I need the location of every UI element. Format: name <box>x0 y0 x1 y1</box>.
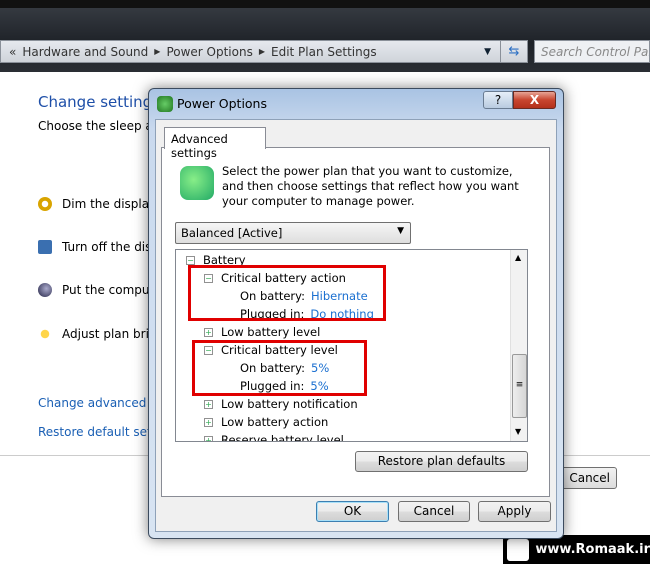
expand-icon[interactable]: + <box>204 327 213 337</box>
breadcrumb-item[interactable]: Power Options <box>166 45 252 59</box>
page-title: Change settings <box>38 93 161 111</box>
refresh-icon[interactable]: ⇆ <box>500 40 528 63</box>
item-label: Dim the display: <box>62 197 160 211</box>
settings-tree[interactable]: − Battery − Critical battery action On batte… <box>175 249 528 442</box>
power-options-dialog: Power Options ? X Advanced settings Sele… <box>148 88 564 539</box>
taskbar-strip <box>0 0 650 8</box>
scroll-up-icon[interactable]: ▲ <box>515 253 521 262</box>
cancel-button[interactable]: Cancel <box>398 501 470 522</box>
power-icon <box>157 96 173 112</box>
moon-icon <box>38 283 52 297</box>
tree-item[interactable]: + Low battery level <box>204 325 320 339</box>
breadcrumb-arrow-icon: ▶ <box>258 47 265 56</box>
tab-advanced-settings[interactable]: Advanced settings <box>164 127 266 160</box>
tree-item[interactable]: + Reserve battery level <box>204 433 344 442</box>
cancel-button[interactable]: Cancel <box>560 467 617 489</box>
plan-value: Balanced [Active] <box>181 226 283 240</box>
breadcrumb-item[interactable]: Hardware and Sound <box>22 45 148 59</box>
tree-item-label: Reserve battery level <box>221 433 344 442</box>
dialog-title: Power Options <box>177 96 267 111</box>
search-input[interactable]: Search Control Panel <box>534 40 650 63</box>
highlight-box <box>192 340 367 396</box>
expand-icon[interactable]: + <box>204 435 213 441</box>
close-button[interactable]: X <box>513 91 556 109</box>
back-chevron-icon[interactable]: « <box>9 45 16 59</box>
chevron-down-icon: ▼ <box>397 226 404 236</box>
sleep-item: Put the compute <box>38 283 162 297</box>
tree-item[interactable]: + Low battery notification <box>204 397 358 411</box>
dim-display-item: Dim the display: <box>38 197 159 211</box>
expand-icon[interactable]: + <box>204 417 213 427</box>
item-label: Adjust plan brig <box>62 327 157 341</box>
scroll-down-icon[interactable]: ▼ <box>515 427 521 436</box>
dropdown-icon[interactable]: ▼ <box>484 47 491 57</box>
brightness-item: Adjust plan brig <box>38 327 157 341</box>
ok-button[interactable]: OK <box>316 501 389 522</box>
expand-icon[interactable]: + <box>204 399 213 409</box>
sun-icon <box>38 327 52 341</box>
item-label: Put the compute <box>62 283 162 297</box>
help-button[interactable]: ? <box>483 91 513 109</box>
watermark-text: www.Romaak.ir <box>535 542 650 557</box>
battery-icon <box>180 166 214 200</box>
scrollbar[interactable]: ▲ ≡ ▼ <box>510 250 527 441</box>
breadcrumb-arrow-icon: ▶ <box>154 47 161 56</box>
apply-button[interactable]: Apply <box>478 501 551 522</box>
tree-item[interactable]: + Low battery action <box>204 415 328 429</box>
scrollbar-thumb[interactable]: ≡ <box>512 354 527 418</box>
collapse-icon[interactable]: − <box>186 255 195 265</box>
tree-item-label: Low battery action <box>221 415 329 429</box>
restore-plan-defaults-button[interactable]: Restore plan defaults <box>355 451 528 472</box>
address-bar[interactable]: « Hardware and Sound ▶ Power Options ▶ Edi… <box>0 40 528 63</box>
watermark: www.Romaak.ir <box>503 535 650 564</box>
item-label: Turn off the disp <box>62 240 160 254</box>
monitor-icon <box>38 240 52 254</box>
dialog-body: Advanced settings Select the power plan … <box>155 119 557 532</box>
change-advanced-link[interactable]: Change advanced po <box>38 396 165 410</box>
restore-default-link[interactable]: Restore default setti <box>38 425 160 439</box>
tree-item-label: Low battery level <box>221 325 321 339</box>
description: Select the power plan that you want to c… <box>222 164 519 208</box>
brightness-icon <box>38 197 52 211</box>
highlight-box <box>188 265 386 321</box>
breadcrumb-item[interactable]: Edit Plan Settings <box>271 45 377 59</box>
turn-off-display-item: Turn off the disp <box>38 240 159 254</box>
logo-icon <box>507 538 530 561</box>
plan-select[interactable]: Balanced [Active] ▼ <box>175 222 411 244</box>
tree-item-label: Low battery notification <box>221 397 358 411</box>
tab-panel: Select the power plan that you want to c… <box>161 147 550 497</box>
